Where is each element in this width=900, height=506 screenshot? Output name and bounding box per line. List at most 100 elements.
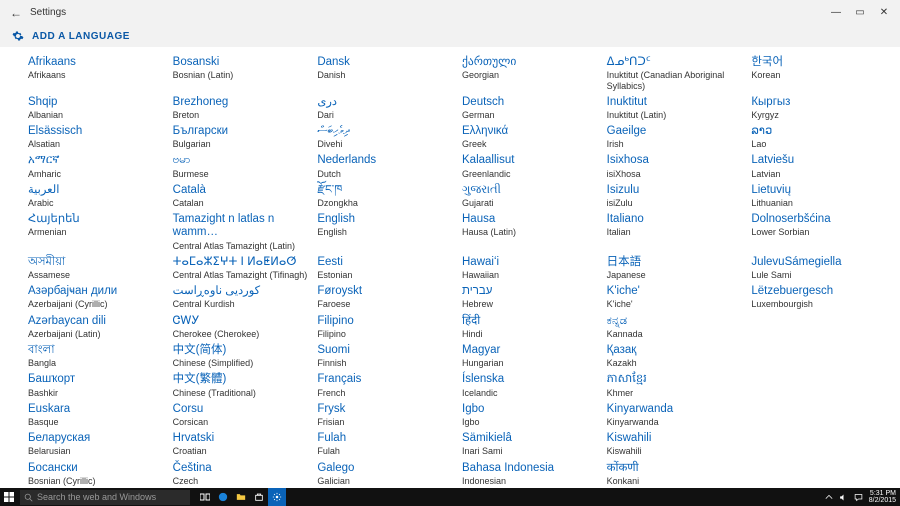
language-item[interactable]: Азәрбајҹан дилиAzerbaijani (Cyrillic) — [28, 284, 165, 311]
language-item[interactable]: རྫོང་ཁDzongkha — [317, 183, 454, 210]
language-item[interactable]: JulevuSámegiellaLule Sami — [751, 255, 888, 282]
language-item[interactable]: LatviešuLatvian — [751, 153, 888, 180]
language-item[interactable]: SuomiFinnish — [317, 343, 454, 370]
settings-taskbar-button[interactable] — [268, 488, 286, 506]
language-item[interactable]: K'iche'K'iche' — [607, 284, 744, 311]
language-item[interactable]: FrançaisFrench — [317, 372, 454, 399]
language-item[interactable]: 日本語Japanese — [607, 255, 744, 282]
language-item[interactable]: LietuviųLithuanian — [751, 183, 888, 210]
language-item[interactable]: БеларускаяBelarusian — [28, 431, 165, 458]
maximize-button[interactable]: ▭ — [848, 7, 872, 18]
volume-icon[interactable] — [839, 493, 848, 502]
language-item[interactable]: ΕλληνικάGreek — [462, 124, 599, 151]
taskbar-search[interactable]: Search the web and Windows — [20, 490, 190, 505]
language-item[interactable]: DolnoserbšćinaLower Sorbian — [751, 212, 888, 253]
language-item[interactable]: DeutschGerman — [462, 95, 599, 122]
task-view-button[interactable] — [196, 488, 214, 506]
language-item[interactable]: ᐃᓄᒃᑎᑐᑦInuktitut (Canadian Aboriginal Syl… — [607, 55, 744, 93]
language-item[interactable]: አማርኛAmharic — [28, 153, 165, 180]
language-item[interactable]: DanskDanish — [317, 55, 454, 93]
language-item[interactable]: KiswahiliKiswahili — [607, 431, 744, 458]
close-button[interactable]: ✕ — [872, 7, 896, 18]
back-button[interactable]: ← — [4, 6, 28, 20]
language-item[interactable]: KalaallisutGreenlandic — [462, 153, 599, 180]
language-item[interactable]: ລາວLao — [751, 124, 888, 151]
explorer-button[interactable] — [232, 488, 250, 506]
language-item[interactable]: ShqipAlbanian — [28, 95, 165, 122]
language-item[interactable]: ÍslenskaIcelandic — [462, 372, 599, 399]
language-item[interactable]: GaeilgeIrish — [607, 124, 744, 151]
language-item[interactable]: עבריתHebrew — [462, 284, 599, 311]
language-item[interactable]: HrvatskiCroatian — [173, 431, 310, 458]
language-item[interactable]: 中文(简体)Chinese (Simplified) — [173, 343, 310, 370]
language-item[interactable]: ދިވެހިބަސްDivehi — [317, 124, 454, 151]
language-item[interactable]: AfrikaansAfrikaans — [28, 55, 165, 93]
minimize-button[interactable]: — — [824, 7, 848, 18]
edge-button[interactable] — [214, 488, 232, 506]
language-item[interactable]: КыргызKyrgyz — [751, 95, 888, 122]
language-item[interactable]: KinyarwandaKinyarwanda — [607, 402, 744, 429]
language-item[interactable]: हिंदीHindi — [462, 314, 599, 341]
language-item[interactable]: MagyarHungarian — [462, 343, 599, 370]
language-item[interactable]: Tamazight n latlas n wamm…Central Atlas … — [173, 212, 310, 253]
language-item[interactable]: БългарскиBulgarian — [173, 124, 310, 151]
language-item[interactable]: FøroysktFaroese — [317, 284, 454, 311]
language-item[interactable]: ქართულიGeorgian — [462, 55, 599, 93]
language-item[interactable]: NederlandsDutch — [317, 153, 454, 180]
language-item[interactable]: HausaHausa (Latin) — [462, 212, 599, 253]
language-item[interactable]: EestiEstonian — [317, 255, 454, 282]
language-item[interactable]: ItalianoItalian — [607, 212, 744, 253]
language-item[interactable]: БосанскиBosnian (Cyrillic) — [28, 461, 165, 488]
language-item[interactable]: BrezhonegBreton — [173, 95, 310, 122]
language-item[interactable]: कोंकणीKonkani — [607, 461, 744, 488]
language-item[interactable]: Bahasa IndonesiaIndonesian — [462, 461, 599, 488]
language-native: Corsu — [173, 403, 310, 416]
language-item[interactable]: کوردیی ناوەڕاستCentral Kurdish — [173, 284, 310, 311]
language-item[interactable]: EuskaraBasque — [28, 402, 165, 429]
language-item[interactable]: বাংলাBangla — [28, 343, 165, 370]
language-item[interactable]: IgboIgbo — [462, 402, 599, 429]
store-button[interactable] — [250, 488, 268, 506]
language-item[interactable]: CatalàCatalan — [173, 183, 310, 210]
taskbar-clock[interactable]: 5:31 PM 8/2/2015 — [869, 490, 896, 504]
language-english: Azerbaijani (Cyrillic) — [28, 299, 165, 309]
chevron-up-icon[interactable] — [825, 493, 833, 501]
language-english: isiZulu — [607, 198, 744, 208]
notifications-icon[interactable] — [854, 493, 863, 502]
language-item[interactable]: ⵜⴰⵎⴰⵣⵉⵖⵜ ⵏ ⵍⴰⵟⵍⴰⵚCentral Atlas Tamazight… — [173, 255, 310, 282]
language-item[interactable]: ᏣᎳᎩCherokee (Cherokee) — [173, 314, 310, 341]
language-item[interactable]: Azərbaycan diliAzerbaijani (Latin) — [28, 314, 165, 341]
language-english: Albanian — [28, 110, 165, 120]
language-item[interactable]: GalegoGalician — [317, 461, 454, 488]
language-item[interactable]: 한국어Korean — [751, 55, 888, 93]
language-item[interactable]: ElsässischAlsatian — [28, 124, 165, 151]
language-item[interactable]: CorsuCorsican — [173, 402, 310, 429]
language-item[interactable]: InuktitutInuktitut (Latin) — [607, 95, 744, 122]
language-item[interactable]: LëtzebuergeschLuxembourgish — [751, 284, 888, 311]
language-item[interactable]: ဗမာBurmese — [173, 153, 310, 180]
language-item[interactable]: IsixhosaisiXhosa — [607, 153, 744, 180]
language-item[interactable]: ಕನ್ನಡKannada — [607, 314, 744, 341]
language-english: Central Atlas Tamazight (Tifinagh) — [173, 270, 310, 280]
language-item[interactable]: EnglishEnglish — [317, 212, 454, 253]
language-item[interactable]: درىDari — [317, 95, 454, 122]
language-item[interactable]: FilipinoFilipino — [317, 314, 454, 341]
language-english: Lithuanian — [751, 198, 888, 208]
language-item[interactable]: FulahFulah — [317, 431, 454, 458]
language-native: ⵜⴰⵎⴰⵣⵉⵖⵜ ⵏ ⵍⴰⵟⵍⴰⵚ — [173, 256, 310, 269]
language-item[interactable]: العربيةArabic — [28, 183, 165, 210]
start-button[interactable] — [0, 488, 18, 506]
language-item[interactable]: অসমীয়াAssamese — [28, 255, 165, 282]
language-item[interactable]: SämikielâInari Sami — [462, 431, 599, 458]
language-item[interactable]: ՀայերենArmenian — [28, 212, 165, 253]
language-item[interactable]: ČeštinaCzech — [173, 461, 310, 488]
language-item[interactable]: ҚазақKazakh — [607, 343, 744, 370]
language-item[interactable]: 中文(繁體)Chinese (Traditional) — [173, 372, 310, 399]
language-item[interactable]: HawaiʻiHawaiian — [462, 255, 599, 282]
language-item[interactable]: IsizuluisiZulu — [607, 183, 744, 210]
language-item[interactable]: БашҡортBashkir — [28, 372, 165, 399]
language-item[interactable]: BosanskiBosnian (Latin) — [173, 55, 310, 93]
language-item[interactable]: ភាសាខ្មែរKhmer — [607, 372, 744, 399]
language-item[interactable]: ગુજરાતીGujarati — [462, 183, 599, 210]
language-item[interactable]: FryskFrisian — [317, 402, 454, 429]
